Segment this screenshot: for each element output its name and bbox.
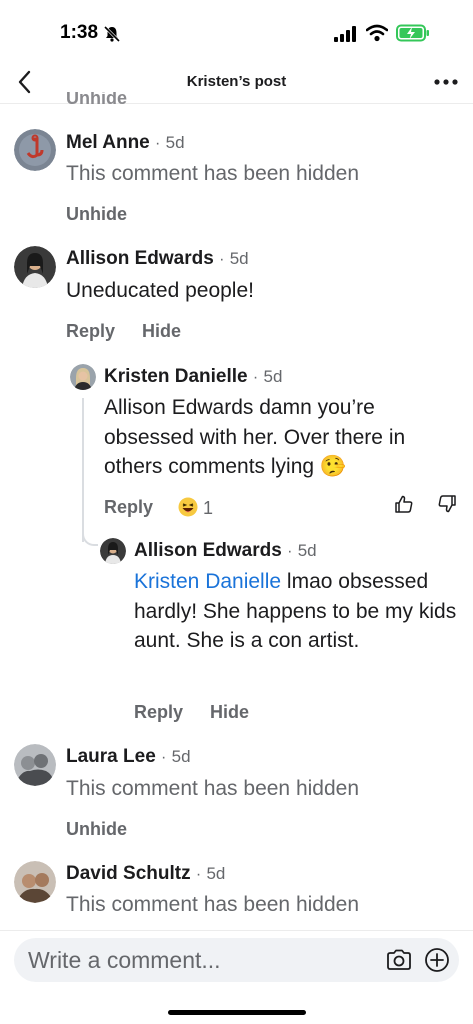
separator: ·	[219, 251, 225, 268]
comment-text: Allison Edwards damn you’re obsessed wit…	[104, 396, 406, 478]
thumbs-down-icon[interactable]	[437, 494, 457, 514]
reply-button[interactable]: Reply	[134, 702, 183, 723]
hide-button[interactable]: Hide	[210, 702, 249, 723]
plus-icon[interactable]	[424, 947, 450, 973]
separator: ·	[155, 135, 161, 152]
avatar	[70, 364, 96, 390]
battery-charging-icon	[396, 24, 429, 42]
comment-time: 5d	[263, 367, 283, 386]
avatar	[100, 538, 126, 564]
status-bar: 1:38	[0, 0, 473, 60]
commenter-name[interactable]: Laura Lee	[66, 746, 156, 767]
comment-text: Uneducated people!	[66, 279, 254, 302]
comment-input[interactable]: Write a comment...	[14, 938, 459, 982]
avatar	[14, 744, 56, 786]
comment-text: This comment has been hidden	[66, 777, 360, 800]
reaction-summary[interactable]: 1	[178, 497, 213, 519]
reply-button[interactable]: Reply	[66, 321, 115, 342]
commenter-name[interactable]: Allison Edwards	[66, 248, 214, 269]
separator: ·	[161, 749, 167, 766]
home-indicator	[168, 1010, 306, 1015]
comment-text: This comment has been hidden	[66, 162, 360, 185]
comment-time: 5d	[171, 747, 191, 766]
haha-reaction-icon	[178, 497, 198, 517]
partial-unhide-button[interactable]: Unhide	[66, 92, 127, 104]
separator: ·	[252, 369, 259, 386]
avatar	[14, 861, 56, 903]
comment-input-placeholder: Write a comment...	[28, 947, 221, 973]
thumbs-up-icon[interactable]	[394, 494, 414, 514]
commenter-name[interactable]: Mel Anne	[66, 132, 150, 153]
separator: ·	[287, 543, 293, 560]
commenter-name[interactable]: Kristen Danielle	[104, 366, 248, 387]
status-time: 1:38	[60, 22, 99, 43]
mention-link[interactable]: Kristen Danielle	[134, 570, 281, 593]
commenter-name[interactable]: Allison Edwards	[134, 540, 282, 561]
comment-time: 5d	[297, 541, 317, 560]
signal-icon	[334, 26, 356, 42]
unhide-button[interactable]: Unhide	[66, 819, 127, 840]
separator: ·	[195, 866, 202, 883]
commenter-name[interactable]: David Schultz	[66, 863, 191, 884]
hide-button[interactable]: Hide	[142, 321, 181, 342]
page-title: Kristen’s post	[186, 73, 287, 90]
avatar	[14, 129, 56, 171]
bell-slash-icon	[103, 25, 121, 43]
more-icon[interactable]	[432, 72, 460, 92]
unhide-button[interactable]: Unhide	[66, 204, 127, 225]
thread-connector	[82, 518, 98, 546]
avatar	[14, 246, 56, 288]
wifi-icon	[366, 24, 388, 42]
comment-time: 5d	[229, 249, 249, 268]
comment-text: Kristen Danielle lmao obsessed hardly! S…	[134, 567, 466, 656]
comment-text: This comment has been hidden	[66, 893, 360, 916]
reaction-count: 1	[203, 498, 214, 518]
comment-time: 5d	[206, 864, 226, 883]
reply-button[interactable]: Reply	[104, 497, 153, 518]
camera-icon[interactable]	[386, 949, 412, 971]
comment-time: 5d	[165, 133, 185, 152]
